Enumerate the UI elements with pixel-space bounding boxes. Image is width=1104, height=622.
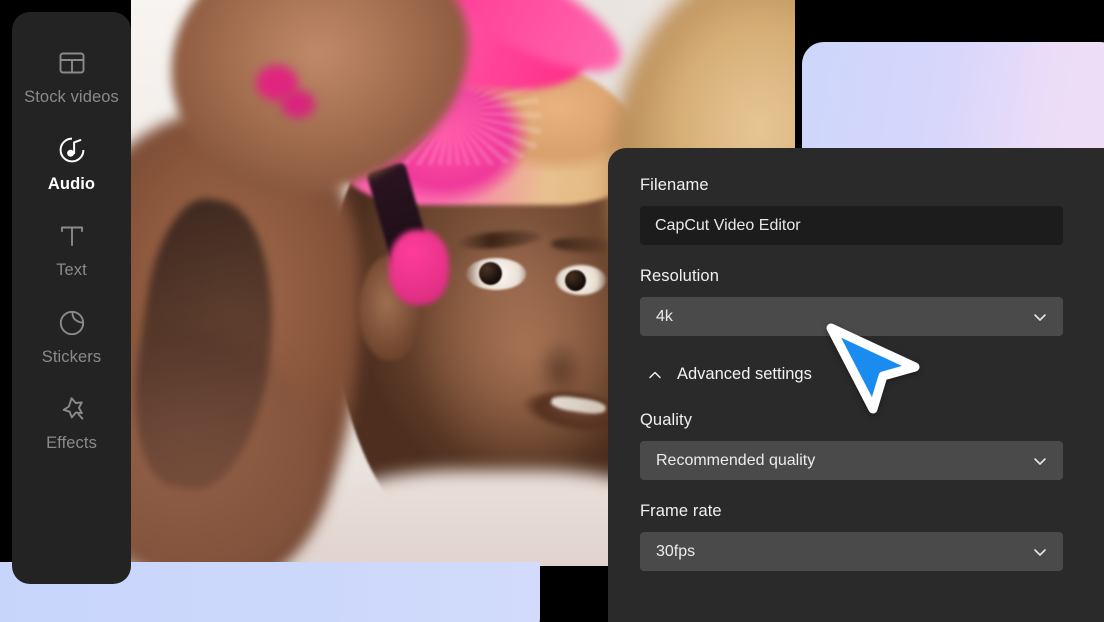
- sidebar-item-stock-videos[interactable]: Stock videos: [12, 32, 131, 119]
- chevron-up-icon: [648, 368, 662, 382]
- preview-pupil-left: [479, 262, 502, 285]
- left-sidebar: Stock videos Audio Text Stickers Effects: [12, 12, 131, 584]
- sidebar-item-label: Text: [56, 261, 87, 279]
- app-window: Video Audio Sp Basic Position and size S…: [0, 0, 1104, 622]
- resolution-group: Resolution 4k: [640, 267, 1072, 336]
- frame-rate-label: Frame rate: [640, 502, 722, 520]
- sidebar-item-label: Stock videos: [24, 88, 119, 106]
- frame-rate-value: 30fps: [656, 542, 696, 560]
- frame-rate-group: Frame rate 30fps: [640, 502, 1072, 571]
- quality-select[interactable]: Recommended quality: [640, 441, 1063, 480]
- quality-label: Quality: [640, 411, 693, 429]
- resolution-value: 4k: [656, 307, 673, 325]
- filename-group: Filename: [640, 176, 1072, 245]
- advanced-settings-label: Advanced settings: [677, 365, 812, 383]
- chevron-down-icon: [1032, 453, 1048, 469]
- sidebar-item-label: Effects: [46, 434, 97, 452]
- frame-rate-select[interactable]: 30fps: [640, 532, 1063, 571]
- sidebar-item-effects[interactable]: Effects: [12, 378, 131, 465]
- text-t-icon: [56, 220, 88, 252]
- sticker-ball-icon: [56, 307, 88, 339]
- audio-note-icon: [56, 134, 88, 166]
- star-sparkle-icon: [56, 393, 88, 425]
- sidebar-item-stickers[interactable]: Stickers: [12, 292, 131, 379]
- quality-value: Recommended quality: [656, 451, 816, 469]
- resolution-select[interactable]: 4k: [640, 297, 1063, 336]
- filename-label: Filename: [640, 176, 709, 194]
- sidebar-item-label: Stickers: [41, 347, 102, 366]
- chevron-down-icon: [1032, 544, 1048, 560]
- preview-pupil-right: [565, 270, 586, 291]
- sidebar-item-audio[interactable]: Audio: [12, 119, 131, 206]
- chevron-down-icon: [1032, 309, 1048, 325]
- sidebar-item-label: Audio: [47, 174, 96, 193]
- resolution-label: Resolution: [640, 267, 719, 285]
- advanced-settings-toggle[interactable]: Advanced settings: [648, 365, 812, 384]
- preview-dye-pigment: [389, 230, 449, 305]
- layout-panels-icon: [56, 47, 88, 79]
- sidebar-item-text[interactable]: Text: [12, 205, 131, 292]
- filename-input[interactable]: [640, 206, 1063, 245]
- preview-nail-b: [281, 90, 315, 118]
- export-settings-panel: Filename Resolution 4k Advanced settings: [608, 148, 1104, 622]
- quality-group: Quality Recommended quality: [640, 411, 1072, 480]
